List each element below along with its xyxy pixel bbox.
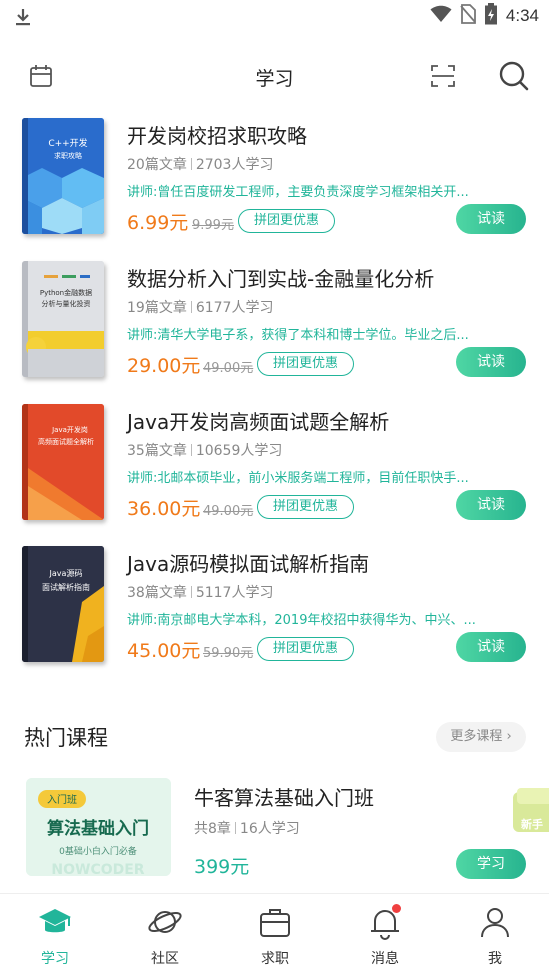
cover-subtitle-text: 求职攻略 bbox=[54, 151, 82, 160]
original-price: 49.00元 bbox=[203, 504, 254, 519]
course-price: 29.00元 bbox=[127, 355, 201, 377]
cover-title-text: Java源码 bbox=[49, 569, 83, 578]
course-title: 数据分析入门到实战-金融量化分析 bbox=[127, 267, 435, 291]
nav-label: 消息 bbox=[371, 951, 399, 967]
nav-label: 我 bbox=[488, 951, 502, 967]
course-meta: 19篇文章 6177人学习 bbox=[127, 297, 273, 317]
course-card[interactable]: Java开发岗 高频面试题全解析 Java开发岗高频面试题全解析 35篇文章 10… bbox=[0, 404, 549, 532]
learner-count: 6177人学习 bbox=[195, 300, 274, 316]
calendar-icon[interactable] bbox=[27, 62, 55, 90]
hot-course-price: 399元 bbox=[194, 856, 250, 878]
person-icon bbox=[477, 904, 513, 940]
hot-courses-heading: 热门课程 bbox=[24, 726, 108, 750]
more-courses-button[interactable]: 更多课程 › bbox=[436, 722, 526, 752]
planet-icon bbox=[147, 904, 183, 940]
original-price: 59.90元 bbox=[203, 646, 254, 661]
course-title: 开发岗校招求职攻略 bbox=[127, 124, 307, 148]
cover-subtitle-text: 高频面试题全解析 bbox=[38, 437, 94, 446]
page-title: 学习 bbox=[255, 68, 294, 90]
group-buy-button[interactable]: 拼团更优惠 bbox=[238, 209, 336, 233]
briefcase-icon bbox=[257, 904, 293, 940]
course-cover: Python金融数据 分析与量化投资 bbox=[22, 261, 104, 377]
course-card[interactable]: Java源码 面试解析指南 Java源码模拟面试解析指南 38篇文章 5117人学… bbox=[0, 546, 549, 674]
hot-course-title[interactable]: 牛客算法基础入门班 bbox=[194, 782, 374, 811]
group-buy-button[interactable]: 拼团更优惠 bbox=[257, 352, 355, 376]
original-price: 9.99元 bbox=[192, 218, 234, 233]
article-count: 19篇文章 bbox=[127, 300, 187, 316]
teacher-intro: 讲师:清华大学电子系，获得了本科和博士学位。毕业之后... bbox=[127, 328, 469, 343]
nav-item-messages[interactable]: 消息 bbox=[330, 904, 440, 974]
course-meta: 20篇文章 2703人学习 bbox=[127, 154, 273, 174]
search-icon[interactable] bbox=[498, 60, 530, 92]
nav-label: 学习 bbox=[41, 951, 69, 967]
nav-item-jobs[interactable]: 求职 bbox=[220, 904, 330, 974]
course-meta: 38篇文章 5117人学习 bbox=[127, 582, 273, 602]
chapter-count: 共8章 bbox=[194, 821, 231, 837]
cover-title-text: 算法基础入门 bbox=[46, 818, 149, 839]
newbie-badge[interactable]: 新手 bbox=[509, 786, 549, 844]
no-sim-icon bbox=[460, 4, 476, 28]
battery-icon bbox=[484, 3, 498, 29]
course-card[interactable]: Python金融数据 分析与量化投资 数据分析入门到实战-金融量化分析 19篇文… bbox=[0, 261, 549, 389]
notification-dot bbox=[392, 904, 401, 913]
nav-item-me[interactable]: 我 bbox=[440, 904, 549, 974]
original-price: 49.00元 bbox=[203, 361, 254, 376]
cover-title-text: Python金融数据 bbox=[40, 288, 92, 297]
course-title: Java源码模拟面试解析指南 bbox=[127, 552, 370, 576]
nav-label: 社区 bbox=[151, 951, 179, 967]
bell-icon bbox=[367, 904, 403, 940]
cover-subtitle-text: 分析与量化投资 bbox=[42, 299, 91, 308]
cover-title-text: Java开发岗 bbox=[51, 425, 88, 434]
graduation-cap-icon bbox=[37, 904, 73, 940]
cover-subtitle-text: 面试解析指南 bbox=[42, 582, 90, 592]
course-cover: Java源码 面试解析指南 bbox=[22, 546, 104, 662]
article-count: 35篇文章 bbox=[127, 443, 187, 459]
status-bar: 4:34 bbox=[0, 0, 549, 34]
course-cover: C++开发 求职攻略 bbox=[22, 118, 104, 234]
app-header: 学习 bbox=[0, 50, 549, 102]
more-courses-label: 更多课程 bbox=[450, 729, 503, 744]
hot-course-cover[interactable]: 入门班 算法基础入门 0基础小白入门必备 NOWCODER bbox=[26, 778, 171, 876]
nav-label: 求职 bbox=[261, 951, 289, 967]
cover-tag-text: 入门班 bbox=[47, 793, 77, 806]
newbie-badge-text: 新手 bbox=[521, 817, 543, 831]
download-icon bbox=[12, 6, 34, 28]
course-price: 6.99元 bbox=[127, 212, 189, 234]
course-card[interactable]: C++开发 求职攻略 开发岗校招求职攻略 20篇文章 2703人学习 讲师:曾任百… bbox=[0, 118, 549, 246]
nav-item-study[interactable]: 学习 bbox=[0, 904, 110, 974]
teacher-intro: 讲师:北邮本硕毕业，前小米服务端工程师，目前任职快手... bbox=[127, 471, 469, 486]
try-read-button[interactable]: 试读 bbox=[456, 204, 526, 234]
learner-count: 2703人学习 bbox=[195, 157, 274, 173]
learner-count: 16人学习 bbox=[239, 821, 300, 837]
article-count: 20篇文章 bbox=[127, 157, 187, 173]
nav-item-community[interactable]: 社区 bbox=[110, 904, 220, 974]
scan-icon[interactable] bbox=[429, 62, 457, 90]
learner-count: 5117人学习 bbox=[195, 585, 274, 601]
teacher-intro: 讲师:南京邮电大学本科，2019年校招中获得华为、中兴、... bbox=[127, 613, 476, 628]
group-buy-button[interactable]: 拼团更优惠 bbox=[257, 637, 355, 661]
wifi-icon bbox=[430, 5, 452, 27]
hot-course-meta: 共8章 16人学习 bbox=[194, 818, 300, 838]
cover-brand-text: NOWCODER bbox=[51, 862, 144, 876]
group-buy-button[interactable]: 拼团更优惠 bbox=[257, 495, 355, 519]
course-title: Java开发岗高频面试题全解析 bbox=[127, 410, 390, 434]
try-read-button[interactable]: 试读 bbox=[456, 347, 526, 377]
bottom-navigation: 学习 社区 求职 消息 我 bbox=[0, 893, 549, 976]
article-count: 38篇文章 bbox=[127, 585, 187, 601]
cover-title-text: C++开发 bbox=[48, 137, 87, 149]
course-price: 45.00元 bbox=[127, 640, 201, 662]
learner-count: 10659人学习 bbox=[195, 443, 283, 459]
course-meta: 35篇文章 10659人学习 bbox=[127, 440, 282, 460]
chevron-right-icon: › bbox=[506, 729, 512, 744]
clock-time: 4:34 bbox=[505, 6, 539, 25]
teacher-intro: 讲师:曾任百度研发工程师，主要负责深度学习框架相关开... bbox=[127, 185, 469, 200]
learn-button[interactable]: 学习 bbox=[456, 849, 526, 879]
try-read-button[interactable]: 试读 bbox=[456, 632, 526, 662]
cover-subtitle-text: 0基础小白入门必备 bbox=[59, 845, 137, 857]
course-cover: Java开发岗 高频面试题全解析 bbox=[22, 404, 104, 520]
try-read-button[interactable]: 试读 bbox=[456, 490, 526, 520]
course-price: 36.00元 bbox=[127, 498, 201, 520]
